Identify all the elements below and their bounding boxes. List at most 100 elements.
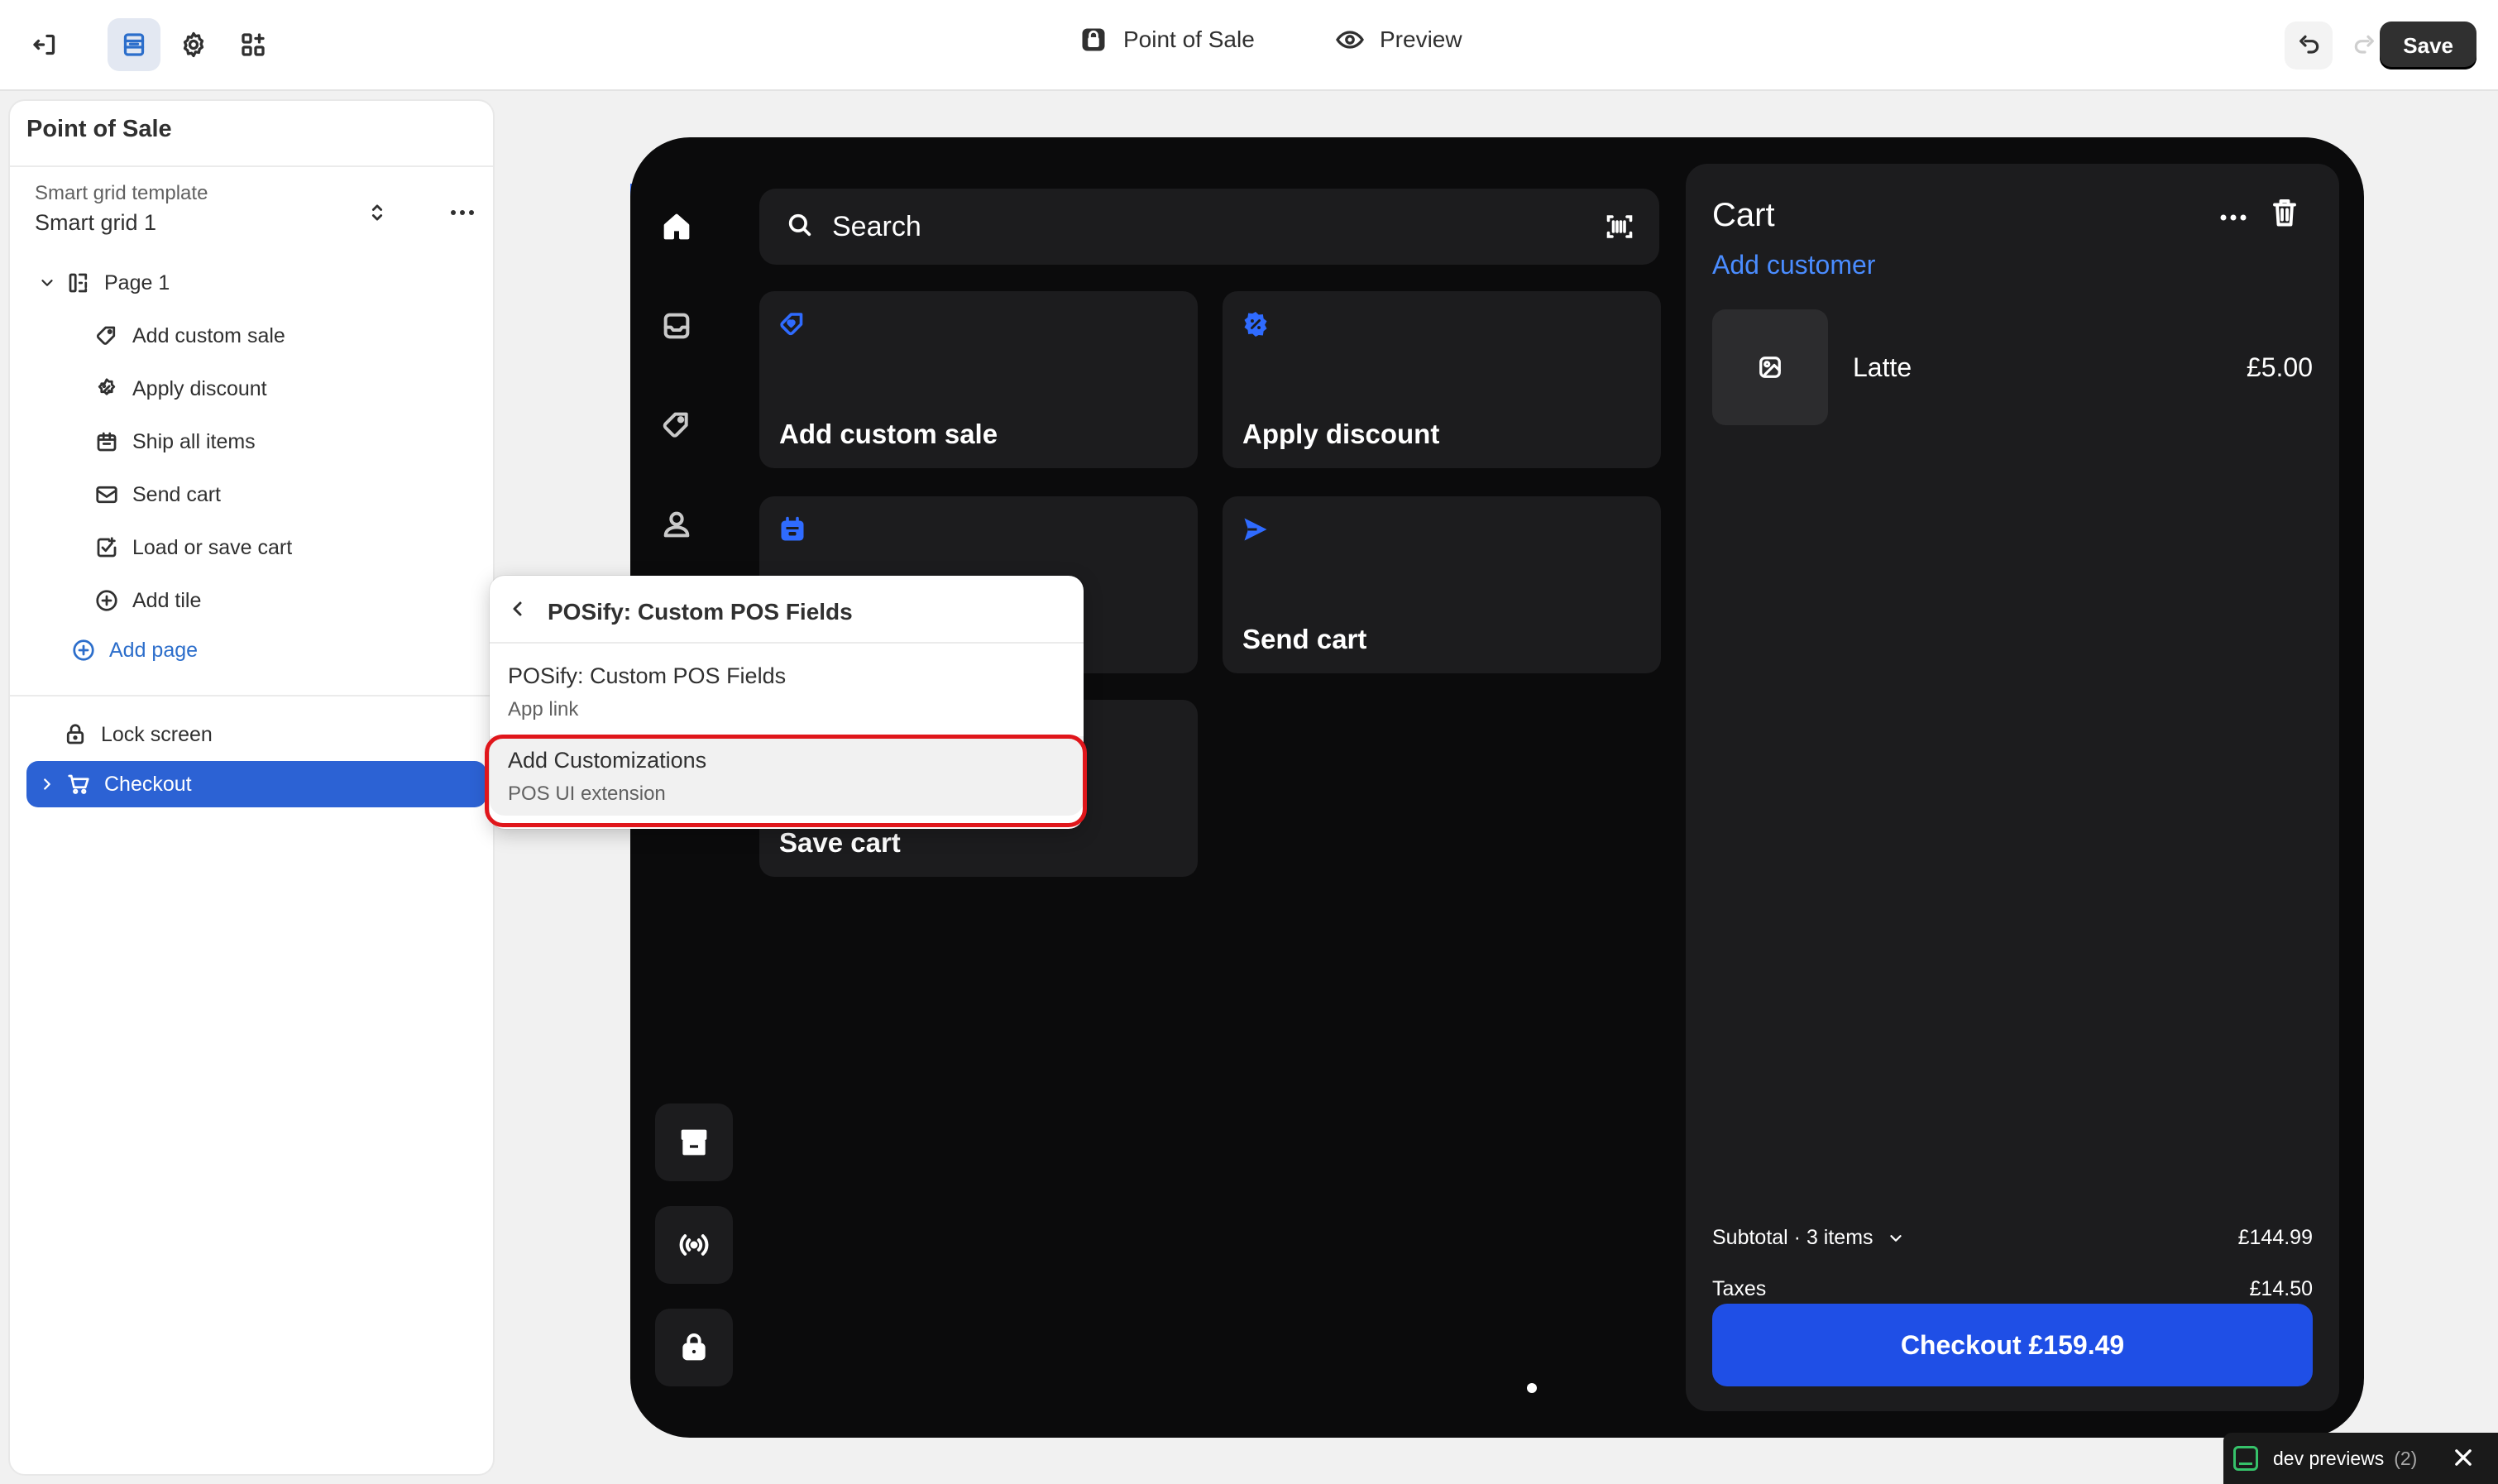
calendar-box-icon [778,515,811,548]
tag-icon [663,412,688,438]
tree-item-apply-discount[interactable]: Apply discount [26,366,486,412]
tree-item-load-save-cart[interactable]: Load or save cart [26,524,486,571]
dev-previews-bar[interactable]: dev previews (2) [2223,1433,2498,1484]
search-placeholder: Search [832,210,921,242]
subtotal-label: Subtotal · 3 items [1712,1226,1874,1249]
chevron-up-down-icon [371,204,383,221]
chevron-right-icon[interactable] [35,775,60,793]
tree-item-label: Checkout [104,772,192,796]
discount-icon [93,375,121,403]
custom-sale-icon [93,322,121,350]
line-item-thumbnail [1712,309,1828,425]
tree-item-label: Add tile [132,588,202,612]
template-select-button[interactable] [361,192,394,233]
line-item-price: £5.00 [2246,352,2313,382]
cart-title: Cart [1712,197,1775,233]
divider [10,165,493,167]
settings-button[interactable] [167,18,220,71]
pos-tile-send-cart[interactable]: Send cart [1223,496,1661,673]
close-button[interactable] [2452,1446,2476,1471]
preview-button[interactable]: Preview [1335,25,1462,55]
image-placeholder-icon [1759,357,1781,378]
clear-cart-button[interactable] [2270,197,2303,233]
close-icon [2455,1449,2472,1466]
apps-icon [242,33,265,56]
pos-tile-apply-discount[interactable]: Apply discount [1223,291,1661,468]
tree-item-ship-all-items[interactable]: Ship all items [26,419,486,465]
top-bar: Point of Sale Preview Save [0,0,2498,91]
context-title: Point of Sale [1123,26,1255,52]
tree-item-add-tile[interactable]: Add tile [26,577,486,624]
preview-label: Preview [1380,26,1462,52]
exit-icon [33,34,55,55]
subtotal-toggle[interactable]: Subtotal · 3 items [1712,1226,1905,1250]
tree-item-label: Apply discount [132,376,267,400]
tree-item-add-custom-sale[interactable]: Add custom sale [26,313,486,359]
inbox-icon [663,313,690,339]
exit-button[interactable] [18,18,71,71]
cart-more-button[interactable] [2215,205,2252,230]
divider [490,642,1084,644]
tree-item-send-cart[interactable]: Send cart [26,472,486,518]
send-cart-icon [93,481,121,509]
tile-label: Save cart [779,827,901,858]
pos-bag-icon [1082,28,1105,51]
redo-icon [2354,35,2374,54]
line-item-name[interactable]: Latte [1853,352,1912,383]
tile-label: Add custom sale [779,419,998,449]
tree-item-label: Lock screen [101,722,213,746]
plus-circle-icon [69,636,98,664]
connectivity-button[interactable] [655,1206,733,1284]
nav-home[interactable] [650,200,703,253]
dev-console-icon [2233,1446,2258,1471]
tree-item-page-1[interactable]: Page 1 [26,260,486,306]
lock-button[interactable] [655,1309,733,1386]
undo-button[interactable] [2285,22,2333,69]
dev-previews-count: (2) [2394,1447,2418,1469]
lock-icon [682,1333,706,1361]
tree-item-lock-screen[interactable]: Lock screen [26,711,486,758]
add-page-link[interactable]: Add page [26,627,486,673]
subtotal-value: £144.99 [2237,1226,2313,1249]
tree-item-label: Load or save cart [132,535,293,559]
barcode-scan-icon[interactable] [1605,212,1634,242]
tree-item-label: Add custom sale [132,323,285,347]
tile-label: Apply discount [1242,419,1440,449]
dev-previews-label: dev previews [2273,1447,2385,1469]
highlight-annotation [485,735,1087,827]
store-button[interactable] [655,1103,733,1181]
back-button[interactable] [508,599,531,622]
template-more-button[interactable] [438,194,486,232]
checkout-button[interactable]: Checkout £159.49 [1712,1304,2313,1386]
popover-item-app-link[interactable]: POSify: Custom POS Fields App link [490,652,1084,731]
divider [10,695,493,697]
save-button[interactable]: Save [2380,22,2476,69]
heart-tag-icon [778,309,811,342]
pos-search-bar[interactable]: Search [759,189,1659,265]
tree-item-label: Ship all items [132,429,256,453]
chevron-down-icon[interactable] [35,274,60,292]
tree-item-checkout[interactable]: Checkout [26,761,486,807]
template-label: Smart grid template [35,182,208,204]
taxes-value: £14.50 [2249,1277,2313,1300]
store-icon [681,1129,707,1156]
plus-circle-icon [93,586,121,615]
home-icon [663,213,690,240]
add-customer-link[interactable]: Add customer [1712,250,1875,280]
paper-plane-icon [1241,515,1274,548]
sections-button[interactable] [108,18,160,71]
page-indicator-dot[interactable] [1527,1383,1537,1393]
context-selector[interactable]: Point of Sale [1079,25,1255,55]
nav-customers[interactable] [650,498,703,551]
nav-products[interactable] [650,399,703,452]
tree-item-label: Page 1 [104,270,170,294]
apps-button[interactable] [227,18,280,71]
nav-orders[interactable] [650,299,703,352]
search-icon [786,211,814,243]
template-value[interactable]: Smart grid 1 [35,210,156,236]
lock-icon [61,720,89,749]
gear-icon [183,31,204,58]
pos-tile-add-custom-sale[interactable]: Add custom sale [759,291,1198,468]
add-page-label: Add page [109,638,199,662]
chevron-down-icon [1889,1234,1902,1242]
